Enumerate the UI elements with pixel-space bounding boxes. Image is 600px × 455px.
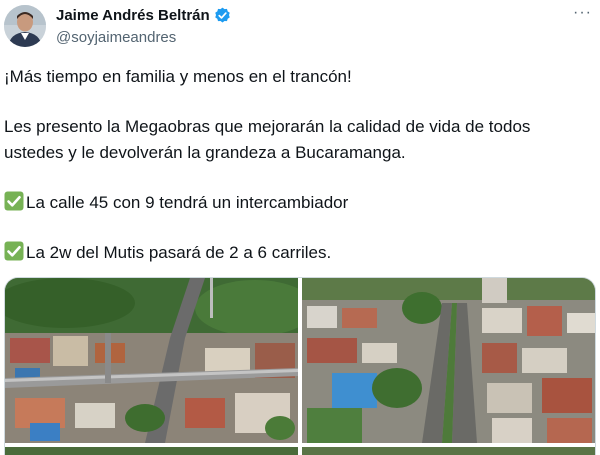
tweet-line-1: ¡Más tiempo en familia y menos en el tra… [4,67,352,86]
tweet-item-2-text: La 2w del Mutis pasará de 2 a 6 carriles… [26,243,332,262]
author-name[interactable]: Jaime Andrés Beltrán [56,7,210,24]
aerial-avenue-photo[interactable] [302,278,595,443]
tweet-line-3: ustedes y le devolverán la grandeza a Bu… [4,143,406,162]
tweet-item-1: La calle 45 con 9 tendrá un intercambiad… [4,190,589,216]
tweet-item-1-text: La calle 45 con 9 tendrá un intercambiad… [26,193,349,212]
verified-badge-icon [214,7,231,24]
media-grid [4,277,596,455]
aerial-photo-4[interactable] [302,447,595,455]
check-mark-button-icon [4,191,24,211]
avatar[interactable] [4,5,46,47]
tweet-text: ¡Más tiempo en familia y menos en el tra… [4,64,589,266]
tweet-line-2: Les presento la Megaobras que mejorarán … [4,117,531,136]
tweet-header: Jaime Andrés Beltrán @soyjaimeandres ··· [0,0,600,60]
aerial-overpass-photo[interactable] [5,278,298,443]
check-mark-button-icon [4,241,24,261]
aerial-photo-3[interactable] [5,447,298,455]
tweet-item-2: La 2w del Mutis pasará de 2 a 6 carriles… [4,240,589,266]
more-options-icon[interactable]: ··· [573,4,592,22]
author-handle[interactable]: @soyjaimeandres [56,29,176,46]
